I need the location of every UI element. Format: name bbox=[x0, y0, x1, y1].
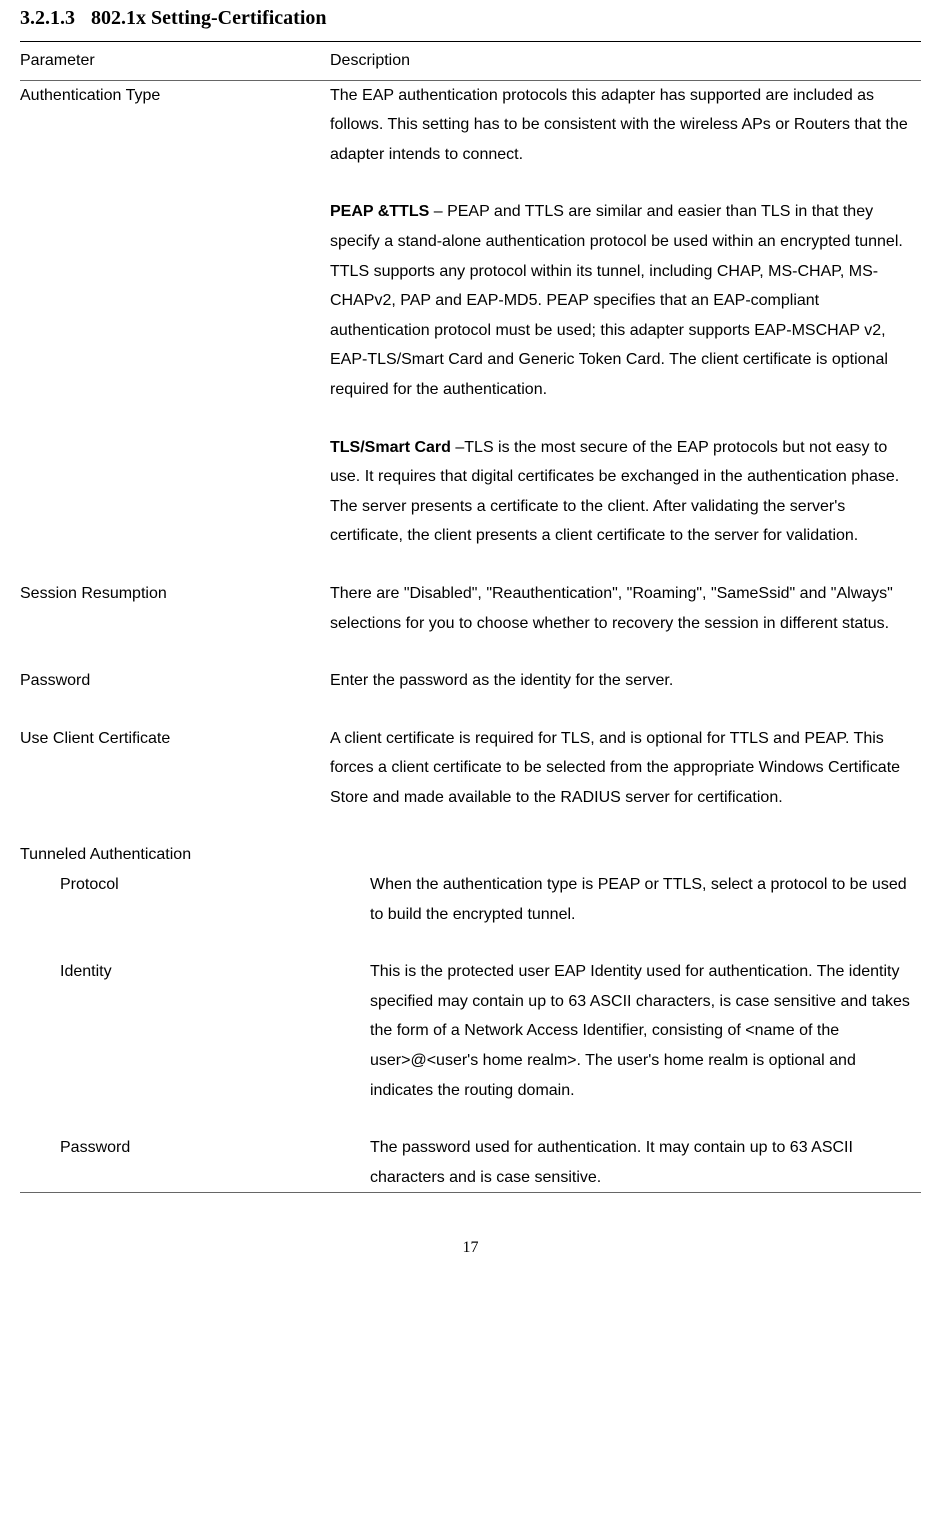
row-session-resumption: Session Resumption There are "Disabled",… bbox=[20, 579, 921, 638]
header-parameter: Parameter bbox=[20, 46, 330, 76]
desc-use-client-cert: A client certificate is required for TLS… bbox=[330, 724, 921, 813]
header-description: Description bbox=[330, 46, 921, 76]
table-header-row: Parameter Description bbox=[20, 42, 921, 80]
param-tunneled-auth: Tunneled Authentication bbox=[20, 840, 330, 870]
row-authentication-type: Authentication Type The EAP authenticati… bbox=[20, 81, 921, 551]
desc-identity: This is the protected user EAP Identity … bbox=[370, 957, 921, 1105]
param-password-tunneled: Password bbox=[20, 1133, 370, 1163]
row-tunneled-authentication: Tunneled Authentication bbox=[20, 840, 921, 870]
desc-password: Enter the password as the identity for t… bbox=[330, 666, 921, 696]
param-password: Password bbox=[20, 666, 330, 696]
param-protocol: Protocol bbox=[20, 870, 370, 900]
row-password-tunneled: Password The password used for authentic… bbox=[20, 1133, 921, 1192]
param-use-client-cert: Use Client Certificate bbox=[20, 724, 330, 754]
row-identity: Identity This is the protected user EAP … bbox=[20, 957, 921, 1105]
section-title: 802.1x Setting-Certification bbox=[91, 7, 327, 29]
peap-ttls-bold: PEAP &TTLS bbox=[330, 203, 429, 220]
desc-password-tunneled: The password used for authentication. It… bbox=[370, 1133, 921, 1192]
param-session-resumption: Session Resumption bbox=[20, 579, 330, 609]
desc-session-resumption: There are "Disabled", "Reauthentication"… bbox=[330, 579, 921, 638]
section-number: 3.2.1.3 bbox=[20, 7, 75, 29]
auth-type-intro: The EAP authentication protocols this ad… bbox=[330, 87, 908, 163]
row-use-client-certificate: Use Client Certificate A client certific… bbox=[20, 724, 921, 813]
desc-auth-type: The EAP authentication protocols this ad… bbox=[330, 81, 921, 551]
desc-protocol: When the authentication type is PEAP or … bbox=[370, 870, 921, 929]
tls-smartcard-bold: TLS/Smart Card bbox=[330, 439, 451, 456]
param-identity: Identity bbox=[20, 957, 370, 987]
section-heading: 3.2.1.3 802.1x Setting-Certification bbox=[20, 0, 921, 37]
param-auth-type: Authentication Type bbox=[20, 81, 330, 111]
row-protocol: Protocol When the authentication type is… bbox=[20, 870, 921, 929]
peap-ttls-text: – PEAP and TTLS are similar and easier t… bbox=[330, 203, 903, 398]
row-password: Password Enter the password as the ident… bbox=[20, 666, 921, 696]
page-number: 17 bbox=[20, 1233, 921, 1263]
bottom-rule bbox=[20, 1192, 921, 1193]
